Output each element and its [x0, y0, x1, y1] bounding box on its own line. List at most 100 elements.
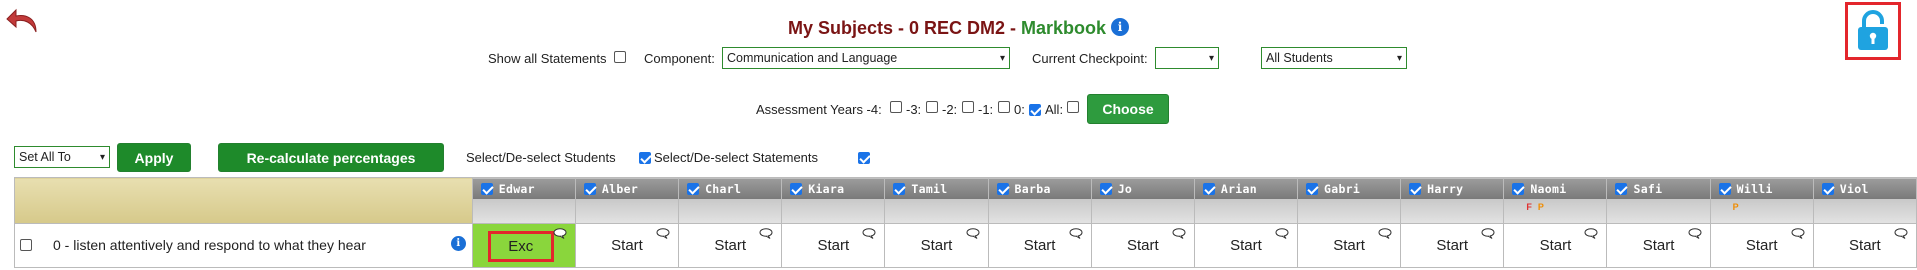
student-checkbox[interactable]	[1202, 183, 1215, 195]
mark-value[interactable]: Start	[782, 237, 884, 254]
speech-bubble-icon[interactable]	[1894, 228, 1908, 239]
mark-cell[interactable]: Start	[574, 223, 680, 268]
info-icon[interactable]: i	[1111, 18, 1130, 36]
student-checkbox[interactable]	[1821, 183, 1834, 195]
student-checkbox[interactable]	[1409, 183, 1422, 195]
student-header[interactable]: Safi	[1606, 177, 1711, 224]
mark-cell[interactable]: Start	[1709, 223, 1814, 268]
speech-bubble-icon[interactable]	[1791, 228, 1805, 239]
student-checkbox[interactable]	[583, 183, 596, 195]
mark-value[interactable]: Start	[679, 237, 781, 254]
speech-bubble-icon[interactable]	[862, 228, 876, 239]
mark-value[interactable]: Start	[1092, 237, 1194, 254]
mark-cell[interactable]: Start	[1606, 223, 1711, 268]
mark-value[interactable]: Start	[576, 237, 678, 254]
speech-bubble-icon[interactable]	[759, 228, 773, 239]
year-0-checkbox[interactable]	[1029, 103, 1041, 116]
speech-bubble-icon[interactable]	[1275, 228, 1289, 239]
student-header[interactable]: Naomi F P	[1503, 177, 1608, 224]
student-checkbox[interactable]	[996, 183, 1009, 195]
mark-value[interactable]: Start	[1401, 237, 1503, 254]
mark-cell[interactable]: Start	[1193, 223, 1299, 268]
mark-value[interactable]: Start	[1607, 237, 1709, 254]
mark-value[interactable]: Start	[1298, 237, 1400, 254]
year-minus1-checkbox[interactable]	[998, 101, 1010, 113]
student-header[interactable]: Harry	[1400, 177, 1505, 224]
students-select[interactable]: All Students ▾	[1261, 47, 1407, 69]
speech-bubble-icon[interactable]	[1378, 228, 1392, 239]
student-header[interactable]: Arian	[1193, 177, 1299, 224]
info-icon[interactable]: i	[450, 236, 466, 251]
speech-bubble-icon[interactable]	[1584, 228, 1598, 239]
mark-value[interactable]: Start	[1504, 237, 1606, 254]
student-checkbox[interactable]	[1512, 183, 1525, 195]
title-markbook: Markbook	[1021, 18, 1107, 38]
mark-value[interactable]: Start	[1711, 237, 1813, 254]
year-all-checkbox[interactable]	[1067, 101, 1079, 113]
select-statements-label: Select/De-select Statements	[654, 150, 819, 165]
speech-bubble-icon[interactable]	[1172, 228, 1186, 239]
lock-button[interactable]	[1845, 2, 1901, 60]
set-all-select[interactable]: Set All To ▾	[14, 146, 110, 168]
year-minus4-checkbox[interactable]	[890, 101, 902, 113]
student-name: Gabri	[1324, 182, 1361, 196]
mark-cell[interactable]: Start	[781, 223, 886, 268]
select-students-checkbox[interactable]	[638, 151, 651, 164]
student-header[interactable]: Gabri	[1297, 177, 1402, 224]
speech-bubble-icon[interactable]	[1481, 228, 1495, 239]
speech-bubble-icon[interactable]	[966, 228, 980, 239]
student-header[interactable]: Alber	[574, 177, 680, 224]
choose-button[interactable]: Choose	[1087, 94, 1169, 124]
student-checkbox[interactable]	[1306, 183, 1319, 195]
speech-bubble-icon[interactable]	[553, 228, 567, 239]
student-checkbox[interactable]	[1718, 183, 1731, 195]
page-title: My Subjects - 0 REC DM2 - Markbook i	[0, 18, 1917, 39]
speech-bubble-icon[interactable]	[1069, 228, 1083, 239]
student-checkbox[interactable]	[480, 183, 493, 195]
mark-value[interactable]: Start	[1814, 237, 1916, 254]
student-header[interactable]: Tamil	[884, 177, 989, 224]
mark-cell[interactable]: Start	[1400, 223, 1505, 268]
student-header[interactable]: Viol	[1812, 177, 1917, 224]
mark-value-selected[interactable]: Exc	[487, 231, 554, 262]
checkpoint-select[interactable]: ▾	[1155, 47, 1219, 69]
mark-cell[interactable]: Start	[987, 223, 1092, 268]
mark-cell[interactable]: Start	[678, 223, 783, 268]
speech-bubble-icon[interactable]	[1688, 228, 1702, 239]
student-header[interactable]: Barba	[987, 177, 1092, 224]
mark-cell[interactable]: Start	[884, 223, 989, 268]
year-minus3-checkbox[interactable]	[926, 101, 938, 113]
student-name: Naomi	[1530, 182, 1567, 196]
year-minus2-checkbox[interactable]	[962, 101, 974, 113]
year-minus3-label: -3:	[906, 102, 922, 117]
student-header[interactable]: Willi P	[1709, 177, 1814, 224]
mark-cell[interactable]: Exc	[471, 223, 576, 268]
mark-cell[interactable]: Start	[1297, 223, 1402, 268]
mark-value[interactable]: Start	[1195, 237, 1297, 254]
select-statements-checkbox[interactable]	[858, 151, 871, 164]
year-minus2-label: -2:	[942, 102, 958, 117]
student-header[interactable]: Charl	[678, 177, 783, 224]
student-header[interactable]: Kiara	[781, 177, 886, 224]
student-checkbox[interactable]	[1099, 183, 1112, 195]
component-value: Communication and Language	[727, 51, 898, 65]
flag-p-badge: P	[1732, 202, 1739, 212]
component-select[interactable]: Communication and Language ▾	[722, 47, 1010, 69]
student-checkbox[interactable]	[1615, 183, 1628, 195]
student-header[interactable]: Edwar	[471, 177, 576, 224]
mark-cell[interactable]: Start	[1090, 223, 1195, 268]
student-checkbox[interactable]	[687, 183, 700, 195]
mark-cell[interactable]: Start	[1503, 223, 1608, 268]
apply-button[interactable]: Apply	[117, 143, 191, 172]
mark-cell[interactable]: Start	[1812, 223, 1917, 268]
recalculate-button[interactable]: Re-calculate percentages	[218, 143, 444, 172]
student-header[interactable]: Jo	[1090, 177, 1195, 224]
statement-checkbox[interactable]	[20, 239, 32, 251]
student-name: Edwar	[498, 182, 535, 196]
mark-value[interactable]: Start	[885, 237, 987, 254]
show-all-statements-checkbox[interactable]	[614, 51, 626, 63]
student-checkbox[interactable]	[893, 183, 906, 195]
speech-bubble-icon[interactable]	[656, 228, 670, 239]
student-checkbox[interactable]	[790, 183, 803, 195]
mark-value[interactable]: Start	[989, 237, 1091, 254]
